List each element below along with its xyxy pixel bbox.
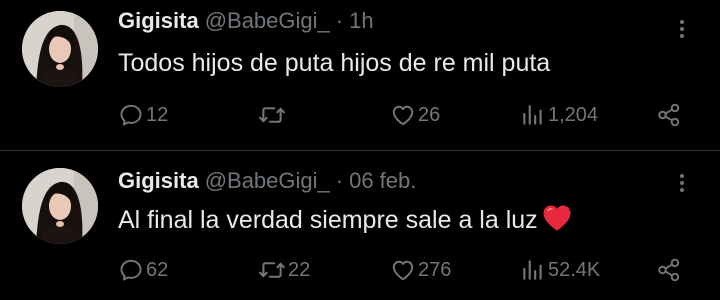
like-count: 276: [418, 258, 452, 281]
like-icon: [392, 260, 414, 281]
user-handle[interactable]: @BabeGigi_: [205, 168, 330, 193]
user-handle[interactable]: @BabeGigi_: [205, 8, 330, 33]
view-count: 52.4K: [548, 258, 601, 281]
more-icon[interactable]: [672, 14, 692, 44]
display-name[interactable]: Gigisita: [118, 168, 199, 193]
reply-button[interactable]: 12: [118, 100, 168, 130]
like-button[interactable]: 26: [390, 100, 440, 130]
views-icon: [523, 260, 542, 280]
reply-icon: [120, 104, 142, 126]
views-button[interactable]: 52.4K: [520, 255, 600, 285]
repost-icon: [259, 262, 285, 278]
avatar-photo: [22, 11, 98, 87]
display-name[interactable]: Gigisita: [118, 8, 199, 33]
like-button[interactable]: 276: [390, 255, 451, 285]
avatar[interactable]: [22, 168, 98, 244]
tweet-text: Al final la verdad siempre sale a la luz: [118, 206, 538, 234]
repost-count: 22: [288, 258, 311, 281]
tweet-text-line: Al final la verdad siempre sale a la luz: [118, 203, 572, 241]
reply-count: 12: [146, 103, 169, 126]
tweet-header: Gigisita @BabeGigi_ · 06 feb.: [118, 166, 416, 196]
share-button[interactable]: [656, 100, 682, 130]
red-heart-emoji-icon: [542, 204, 572, 241]
like-count: 26: [418, 103, 441, 126]
share-icon: [658, 103, 680, 127]
more-icon[interactable]: [672, 168, 692, 198]
like-icon: [392, 105, 414, 126]
reply-button[interactable]: 62: [118, 255, 168, 285]
repost-button[interactable]: [258, 100, 288, 130]
repost-button[interactable]: 22: [258, 255, 310, 285]
timestamp[interactable]: 1h: [349, 8, 373, 33]
action-bar: 12 26 1,204: [0, 100, 720, 130]
repost-icon: [259, 107, 285, 123]
tweet[interactable]: Gigisita @BabeGigi_ · 06 feb. Al final la v…: [0, 151, 720, 300]
avatar[interactable]: [22, 11, 98, 87]
views-icon: [523, 105, 542, 125]
reply-count: 62: [146, 258, 169, 281]
separator-dot: ·: [335, 168, 344, 193]
action-bar: 62 22 276 52.4K: [0, 255, 720, 285]
tweet-header: Gigisita @BabeGigi_ · 1h: [118, 6, 374, 36]
timestamp[interactable]: 06 feb.: [349, 168, 416, 193]
share-icon: [658, 258, 680, 282]
view-count: 1,204: [548, 103, 599, 126]
avatar-photo: [22, 168, 98, 244]
share-button[interactable]: [656, 255, 682, 285]
views-button[interactable]: 1,204: [520, 100, 598, 130]
tweet-text: Todos hijos de puta hijos de re mil puta: [118, 49, 551, 77]
separator-dot: ·: [335, 8, 344, 33]
tweet[interactable]: Gigisita @BabeGigi_ · 1h Todos hijos de put…: [0, 0, 720, 150]
reply-icon: [120, 259, 142, 281]
